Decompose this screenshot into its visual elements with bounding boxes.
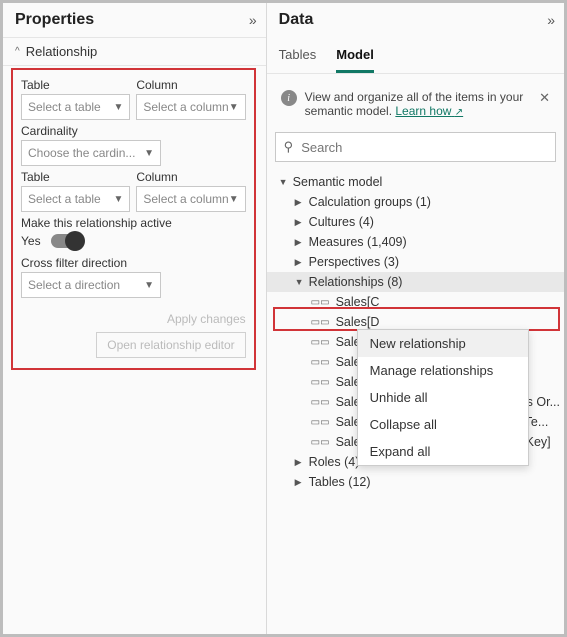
menu-expand-all[interactable]: Expand all: [358, 438, 528, 465]
menu-collapse-all[interactable]: Collapse all: [358, 411, 528, 438]
properties-title: Properties: [15, 11, 94, 29]
relationship-icon: ▭▭: [311, 437, 330, 448]
relationship-icon: ▭▭: [311, 397, 330, 408]
relationship-section-header[interactable]: ^ Relationship: [3, 37, 266, 66]
chevron-down-icon: ▼: [113, 102, 123, 113]
collapse-properties-icon[interactable]: »: [249, 12, 254, 28]
relationship-icon: ▭▭: [311, 377, 330, 388]
column1-label: Column: [136, 78, 245, 92]
open-relationship-editor-button[interactable]: Open relationship editor: [96, 332, 245, 358]
active-value: Yes: [21, 234, 41, 248]
cardinality-label: Cardinality: [21, 124, 246, 138]
cardinality-select[interactable]: Choose the cardin... ▼: [21, 140, 161, 166]
tree-calc-groups[interactable]: ▶Calculation groups (1): [267, 192, 564, 212]
properties-panel: Properties » ^ Relationship Table Select…: [3, 3, 267, 634]
info-banner: i View and organize all of the items in …: [277, 84, 554, 124]
menu-manage-relationships[interactable]: Manage relationships: [358, 357, 528, 384]
tree-cultures[interactable]: ▶Cultures (4): [267, 212, 564, 232]
data-title: Data: [279, 11, 314, 29]
collapse-data-icon[interactable]: »: [547, 12, 552, 28]
relationship-icon: ▭▭: [311, 297, 330, 308]
crossfilter-select[interactable]: Select a direction ▼: [21, 272, 161, 298]
chevron-down-icon: ▼: [144, 148, 154, 159]
relationship-icon: ▭▭: [311, 337, 330, 348]
menu-new-relationship[interactable]: New relationship: [358, 330, 528, 357]
chevron-down-icon: ▼: [229, 102, 239, 113]
menu-unhide-all[interactable]: Unhide all: [358, 384, 528, 411]
chevron-down-icon: ▼: [144, 280, 154, 291]
table1-select[interactable]: Select a table ▼: [21, 94, 130, 120]
tree-measures[interactable]: ▶Measures (1,409): [267, 232, 564, 252]
table2-label: Table: [21, 170, 130, 184]
search-field[interactable]: [299, 139, 547, 156]
active-label: Make this relationship active: [21, 216, 246, 230]
table1-label: Table: [21, 78, 130, 92]
context-menu: New relationship Manage relationships Un…: [357, 329, 529, 466]
column2-label: Column: [136, 170, 245, 184]
search-input[interactable]: ⚲: [275, 132, 556, 162]
apply-changes-button[interactable]: Apply changes: [167, 312, 246, 326]
tree-root[interactable]: ▼Semantic model: [267, 172, 564, 192]
chevron-down-icon: ▼: [229, 194, 239, 205]
table2-select[interactable]: Select a table ▼: [21, 186, 130, 212]
model-tree: ▼Semantic model ▶Calculation groups (1) …: [267, 170, 564, 494]
tree-perspectives[interactable]: ▶Perspectives (3): [267, 252, 564, 272]
relationship-form: Table Select a table ▼ Column Select a c…: [11, 68, 256, 370]
relationship-icon: ▭▭: [311, 417, 330, 428]
relationship-icon: ▭▭: [311, 357, 330, 368]
search-icon: ⚲: [284, 139, 294, 155]
chevron-down-icon: ▼: [113, 194, 123, 205]
tab-model[interactable]: Model: [336, 41, 374, 73]
caret-up-icon: ^: [15, 46, 20, 57]
relationship-icon: ▭▭: [311, 317, 330, 328]
active-toggle[interactable]: [51, 234, 83, 248]
tab-tables[interactable]: Tables: [279, 41, 317, 73]
data-panel: Data » Tables Model i View and organize …: [267, 3, 564, 634]
tree-rel-item[interactable]: ▭▭Sales[C: [267, 292, 564, 312]
external-link-icon: ↗: [455, 107, 463, 118]
info-icon: i: [281, 90, 297, 106]
column1-select[interactable]: Select a column ▼: [136, 94, 245, 120]
relationship-section-label: Relationship: [26, 44, 98, 59]
learn-how-link[interactable]: Learn how ↗: [395, 104, 463, 118]
crossfilter-label: Cross filter direction: [21, 256, 246, 270]
tree-relationships[interactable]: ▼Relationships (8): [267, 272, 564, 292]
column2-select[interactable]: Select a column ▼: [136, 186, 245, 212]
tree-tables[interactable]: ▶Tables (12): [267, 472, 564, 492]
close-icon[interactable]: ✕: [539, 90, 550, 106]
